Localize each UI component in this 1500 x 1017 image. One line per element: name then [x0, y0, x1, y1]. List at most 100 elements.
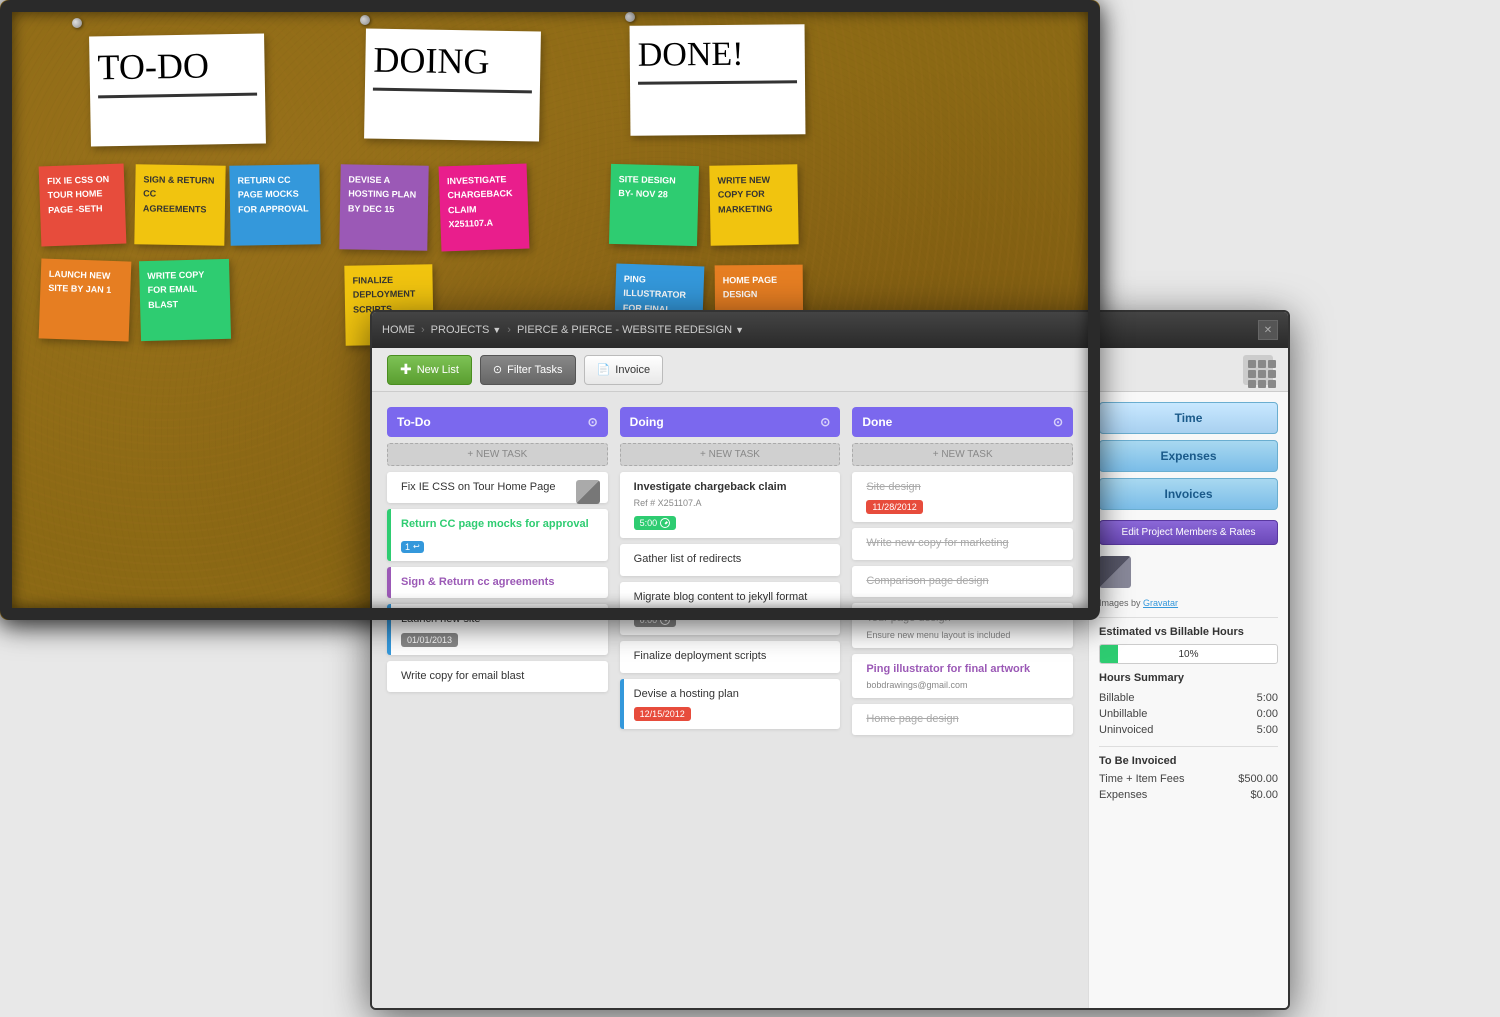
push-pin — [625, 12, 635, 22]
breadcrumb-home[interactable]: HOME — [382, 324, 415, 336]
col-header-doing: Doing ⊙ — [620, 407, 841, 437]
card-sub: Ensure new menu layout is included — [866, 630, 1063, 640]
card-title: Gather list of redirects — [634, 552, 831, 567]
breadcrumb-project-name[interactable]: PIERCE & PIERCE - WEBSITE REDESIGN ▼ — [517, 324, 744, 336]
card-title: Write new copy for marketing — [866, 536, 1063, 551]
pm-toolbar: ✚ New List ⊙ Filter Tasks 📄 Invoice — [372, 348, 1288, 392]
card-sub: bobdrawings@gmail.com — [866, 680, 1063, 690]
gravatar-link-container: Images by Gravatar — [1099, 597, 1278, 609]
new-task-todo[interactable]: + NEW TASK — [387, 443, 608, 466]
to-be-invoiced-section: To Be Invoiced Time + Item Fees $500.00 … — [1099, 755, 1278, 803]
pm-sidebar: Time Expenses Invoices Edit Project Memb… — [1088, 392, 1288, 1008]
new-list-button[interactable]: ✚ New List — [387, 355, 472, 385]
done-header-note: Done! — [630, 24, 806, 136]
breadcrumb-arrow-1: › — [421, 324, 425, 336]
view-toggle-button[interactable] — [1243, 355, 1273, 385]
card-date: 11/28/2012 — [866, 500, 922, 514]
card-title: Home page design — [866, 712, 1063, 727]
sticky-note-n4: Launch New Site By Jan 1 — [39, 258, 132, 341]
kanban-card[interactable]: Home page design — [852, 704, 1073, 735]
divider — [1099, 617, 1278, 618]
card-title: Return CC page mocks for approval — [401, 517, 598, 532]
grid-cell — [1268, 380, 1276, 388]
plus-icon: ✚ — [400, 361, 412, 378]
time-tab-button[interactable]: Time — [1099, 402, 1278, 434]
card-title: Migrate blog content to jekyll format — [634, 590, 831, 605]
avatar — [1099, 556, 1131, 588]
kanban-card[interactable]: Devise a hosting plan 12/15/2012 — [620, 679, 841, 729]
kanban-board: To-Do ⊙ + NEW TASK Fix IE CSS on Tour Ho… — [372, 392, 1088, 1008]
card-date: 12/15/2012 — [634, 707, 691, 721]
to-be-invoiced-time: Time + Item Fees $500.00 — [1099, 771, 1278, 787]
kanban-card[interactable]: Finalize deployment scripts — [620, 641, 841, 672]
grid-cell — [1268, 360, 1276, 368]
divider — [1099, 746, 1278, 747]
grid-cell — [1268, 370, 1276, 378]
col-header-done: Done ⊙ — [852, 407, 1073, 437]
clock-icon — [660, 518, 670, 528]
kanban-card[interactable]: Write new copy for marketing — [852, 528, 1073, 559]
grid-cell — [1258, 380, 1266, 388]
hours-row-billable: Billable 5:00 — [1099, 690, 1278, 706]
grid-cell — [1248, 360, 1256, 368]
filter-icon: ⊙ — [493, 363, 502, 376]
breadcrumb-arrow-2: › — [507, 324, 511, 336]
estimated-hours-title: Estimated vs Billable Hours — [1099, 626, 1278, 638]
pm-content: To-Do ⊙ + NEW TASK Fix IE CSS on Tour Ho… — [372, 392, 1288, 1008]
sticky-note-n6: Devise A Hosting Plan By Dec 15 — [339, 164, 428, 251]
filter-tasks-button[interactable]: ⊙ Filter Tasks — [480, 355, 576, 385]
kanban-card[interactable]: Comparison page design — [852, 566, 1073, 597]
pm-window: HOME › PROJECTS ▼ › PIERCE & PIERCE - WE… — [370, 310, 1290, 1010]
kanban-card[interactable]: Migrate blog content to jekyll format 0:… — [620, 582, 841, 635]
card-title: Devise a hosting plan — [634, 687, 831, 702]
invoices-tab-button[interactable]: Invoices — [1099, 478, 1278, 510]
push-pin — [72, 18, 82, 28]
sticky-note-n9: Site Design By- Nov 28 — [609, 164, 699, 246]
kanban-col-doing: Doing ⊙ + NEW TASK Investigate chargebac… — [620, 407, 841, 993]
sticky-note-n5: Write Copy For Email Blast — [139, 259, 231, 341]
kanban-col-done: Done ⊙ + NEW TASK Site design 11/28/2012… — [852, 407, 1073, 993]
edit-members-button[interactable]: Edit Project Members & Rates — [1099, 520, 1278, 545]
kanban-card[interactable]: Fix IE CSS on Tour Home Page — [387, 472, 608, 503]
col-settings-icon[interactable]: ⊙ — [1053, 415, 1063, 429]
grid-cell — [1248, 380, 1256, 388]
col-settings-icon[interactable]: ⊙ — [588, 415, 598, 429]
todo-header-note: To-Do — [89, 33, 266, 146]
card-title: Sign & Return cc agreements — [401, 575, 598, 590]
kanban-card[interactable]: Launch new site 01/01/2013 — [387, 604, 608, 654]
hours-summary-title: Hours Summary — [1099, 672, 1278, 684]
card-title: Tour page design — [866, 611, 1063, 626]
progress-bar-label: 10% — [1100, 645, 1277, 663]
card-title: Investigate chargeback claim — [634, 480, 831, 495]
breadcrumb: HOME › PROJECTS ▼ › PIERCE & PIERCE - WE… — [382, 324, 1258, 336]
invoice-icon: 📄 — [597, 363, 611, 376]
expenses-tab-button[interactable]: Expenses — [1099, 440, 1278, 472]
kanban-col-todo: To-Do ⊙ + NEW TASK Fix IE CSS on Tour Ho… — [387, 407, 608, 993]
doing-header-note: DOING — [364, 28, 541, 141]
card-sub: Ref # X251107.A — [634, 498, 831, 508]
hours-row-unbillable: Unbillable 0:00 — [1099, 706, 1278, 722]
kanban-card[interactable]: Sign & Return cc agreements — [387, 567, 608, 598]
progress-bar-container: 10% — [1099, 644, 1278, 664]
card-badge: 1 ↩ — [401, 541, 424, 553]
close-button[interactable]: ✕ — [1258, 320, 1278, 340]
card-title: Ping illustrator for final artwork — [866, 662, 1063, 677]
to-be-invoiced-title: To Be Invoiced — [1099, 755, 1278, 767]
kanban-card[interactable]: Write copy for email blast — [387, 661, 608, 692]
kanban-card[interactable]: Return CC page mocks for approval 1 ↩ — [387, 509, 608, 560]
breadcrumb-projects[interactable]: PROJECTS ▼ — [431, 324, 502, 336]
sticky-note-n10: Write New Copy For Marketing — [709, 164, 798, 246]
kanban-card[interactable]: Ping illustrator for final artwork bobdr… — [852, 654, 1073, 698]
gravatar-link[interactable]: Gravatar — [1143, 598, 1178, 608]
avatar — [576, 480, 600, 504]
kanban-card[interactable]: Gather list of redirects — [620, 544, 841, 575]
card-title: Site design — [866, 480, 1063, 495]
new-task-done[interactable]: + NEW TASK — [852, 443, 1073, 466]
hours-row-uninvoiced: Uninvoiced 5:00 — [1099, 722, 1278, 738]
kanban-card[interactable]: Tour page design Ensure new menu layout … — [852, 603, 1073, 647]
invoice-button[interactable]: 📄 Invoice — [584, 355, 664, 385]
new-task-doing[interactable]: + NEW TASK — [620, 443, 841, 466]
kanban-card[interactable]: Site design 11/28/2012 — [852, 472, 1073, 522]
col-settings-icon[interactable]: ⊙ — [820, 415, 830, 429]
kanban-card[interactable]: Investigate chargeback claim Ref # X2511… — [620, 472, 841, 538]
